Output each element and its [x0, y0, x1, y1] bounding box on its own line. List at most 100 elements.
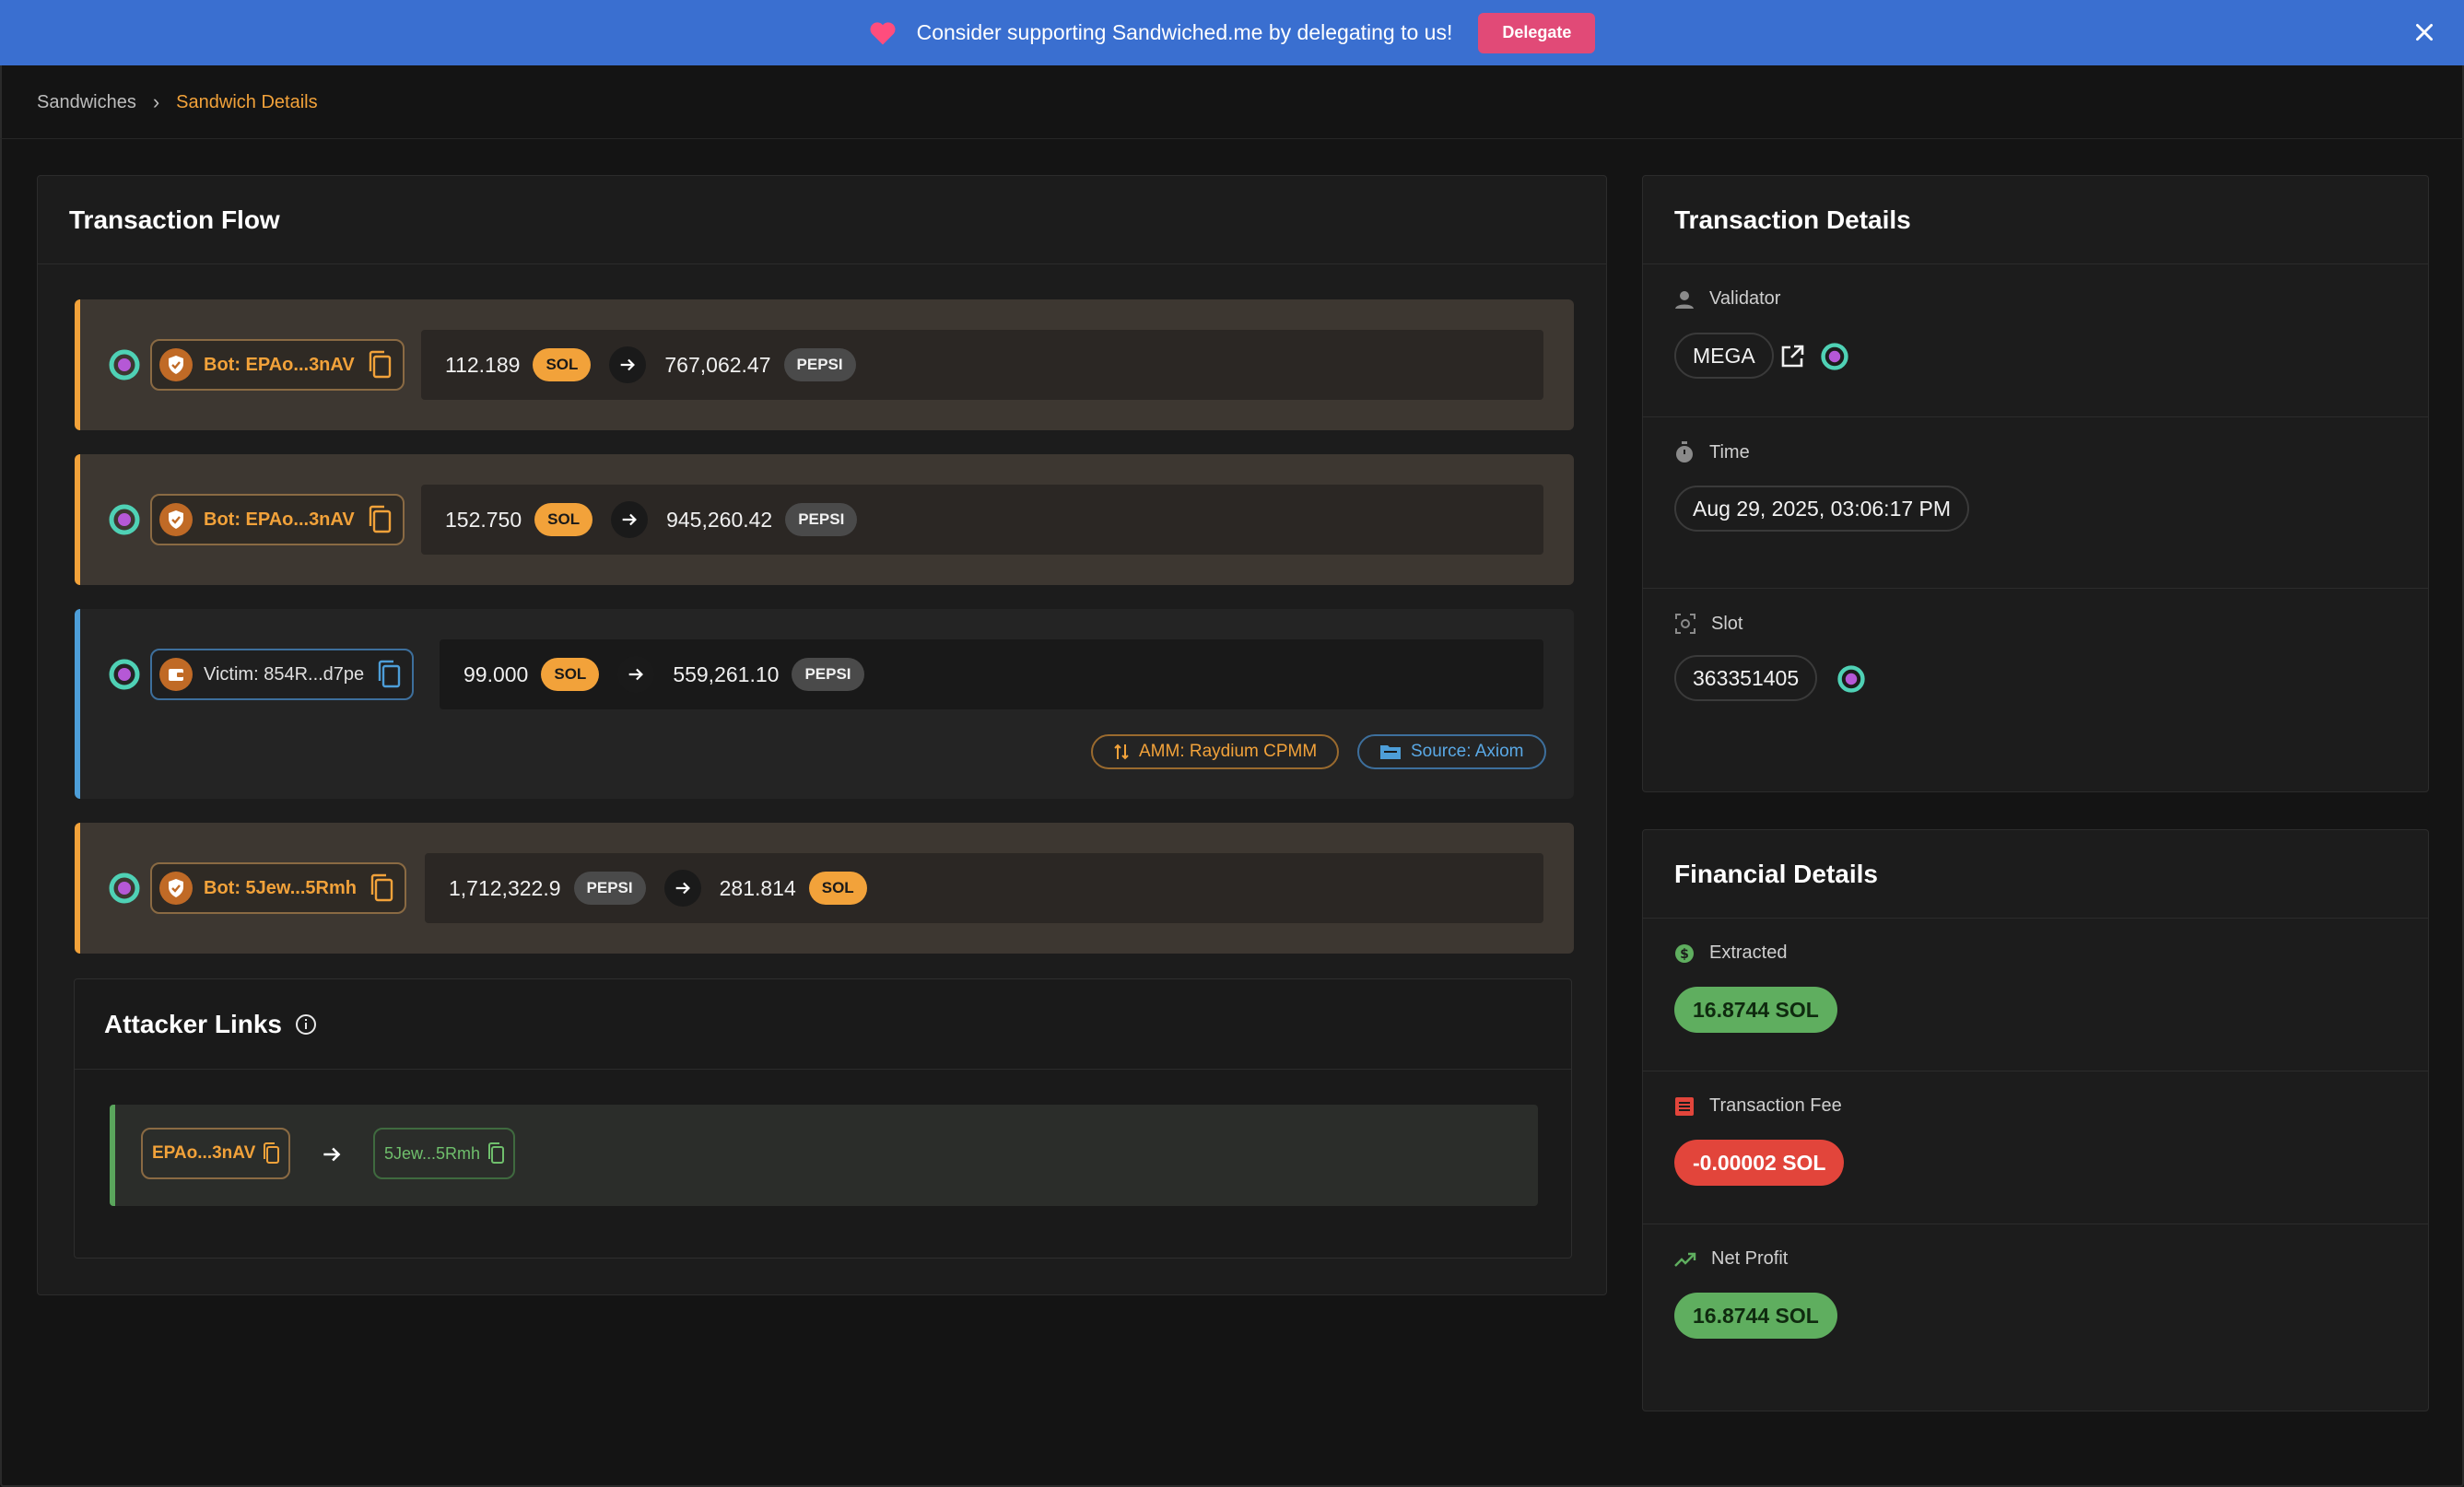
- validator-label: Validator: [1709, 288, 1781, 309]
- copy-icon[interactable]: [368, 873, 395, 903]
- attacker-links-panel: Attacker Links EPAo...3nAV 5Jew...5Rmh: [74, 978, 1572, 1259]
- bot-address-label: Bot: EPAo...3nAV: [204, 509, 355, 530]
- transaction-flow-title: Transaction Flow: [38, 176, 1606, 264]
- receipt-icon: [1675, 1096, 1694, 1116]
- token-badge: PEPSI: [792, 658, 864, 691]
- shield-icon: [159, 503, 193, 536]
- extracted-label-row: $ Extracted: [1674, 943, 1787, 964]
- copy-icon[interactable]: [486, 1142, 506, 1165]
- input-amount: 112.189: [445, 352, 521, 377]
- copy-icon[interactable]: [366, 505, 393, 534]
- breadcrumb-sandwiches[interactable]: Sandwiches: [37, 92, 136, 113]
- trending-up-icon: [1674, 1252, 1696, 1267]
- validator-label-row: Validator: [1674, 288, 1780, 310]
- output-amount: 945,260.42: [666, 507, 773, 532]
- arrow-right-icon: [617, 656, 655, 693]
- chevron-right-icon: ›: [152, 90, 160, 113]
- slot-label: Slot: [1711, 613, 1743, 634]
- swap-details: 112.189 SOL 767,062.47 PEPSI: [421, 330, 1543, 400]
- fee-value: -0.00002 SOL: [1674, 1140, 1845, 1186]
- solscan-icon[interactable]: [108, 658, 141, 691]
- dollar-icon: $: [1675, 943, 1694, 963]
- output-amount: 767,062.47: [664, 352, 771, 377]
- bot-address-chip[interactable]: Bot: EPAo...3nAV: [150, 494, 405, 545]
- token-badge: PEPSI: [573, 872, 646, 905]
- fee-section: Transaction Fee -0.00002 SOL: [1643, 1071, 2428, 1224]
- flow-row-bot: Bot: EPAo...3nAV 152.750 SOL 945,260.42 …: [75, 454, 1574, 585]
- divider: [0, 138, 2464, 139]
- output-amount: 559,261.10: [673, 662, 780, 686]
- copy-icon[interactable]: [375, 660, 403, 689]
- attacker-links-title: Attacker Links: [104, 1009, 282, 1038]
- attacker-to-address: 5Jew...5Rmh: [384, 1143, 481, 1163]
- input-amount: 99.000: [463, 662, 529, 686]
- output-amount: 281.814: [719, 875, 796, 900]
- person-icon: [1675, 290, 1694, 309]
- shield-icon: [159, 872, 193, 905]
- swap-details: 1,712,322.9 PEPSI 281.814 SOL: [425, 853, 1543, 923]
- token-badge: PEPSI: [785, 503, 858, 536]
- arrow-right-icon: [609, 346, 647, 383]
- input-amount: 1,712,322.9: [449, 875, 561, 900]
- source-tag-label: Source: Axiom: [1411, 742, 1524, 761]
- attacker-from-chip[interactable]: EPAo...3nAV: [141, 1128, 291, 1179]
- bot-address-label: Bot: 5Jew...5Rmh: [204, 877, 357, 898]
- slot-section: Slot 363351405: [1643, 589, 2428, 791]
- attacker-to-chip[interactable]: 5Jew...5Rmh: [373, 1128, 516, 1179]
- wallet-icon: [159, 658, 193, 691]
- token-badge: SOL: [534, 503, 593, 536]
- solscan-icon[interactable]: [1836, 664, 1866, 694]
- arrow-right-icon: [611, 501, 649, 538]
- token-badge: SOL: [541, 658, 600, 691]
- extracted-section: $ Extracted 16.8744 SOL: [1643, 919, 2428, 1071]
- time-value: Aug 29, 2025, 03:06:17 PM: [1674, 486, 1970, 532]
- bot-address-chip[interactable]: Bot: EPAo...3nAV: [150, 339, 405, 391]
- profit-label: Net Profit: [1711, 1248, 1789, 1269]
- swap-details: 99.000 SOL 559,261.10 PEPSI: [440, 639, 1543, 709]
- breadcrumb-sandwich-details: Sandwich Details: [176, 91, 318, 112]
- bot-address-chip[interactable]: Bot: 5Jew...5Rmh: [150, 862, 406, 914]
- solscan-icon[interactable]: [108, 348, 141, 381]
- solscan-icon[interactable]: [108, 503, 141, 536]
- financial-details-panel: Financial Details $ Extracted 16.8744 SO…: [1642, 829, 2429, 1411]
- transaction-details-panel: Transaction Details Validator MEGA Time …: [1642, 175, 2429, 792]
- heart-icon: [870, 21, 896, 44]
- external-link-icon[interactable]: [1779, 344, 1805, 369]
- info-icon[interactable]: [295, 1013, 317, 1036]
- profit-label-row: Net Profit: [1674, 1248, 1788, 1270]
- time-label: Time: [1709, 441, 1750, 462]
- input-amount: 152.750: [445, 507, 522, 532]
- delegate-button[interactable]: Delegate: [1478, 12, 1596, 53]
- source-tag: Source: Axiom: [1357, 734, 1546, 769]
- victim-address-chip[interactable]: Victim: 854R...d7pe: [150, 649, 415, 700]
- attacker-link-row: EPAo...3nAV 5Jew...5Rmh: [110, 1105, 1538, 1206]
- flow-row-victim: Victim: 854R...d7pe 99.000 SOL 559,261.1…: [75, 609, 1574, 799]
- support-banner: Consider supporting Sandwiched.me by del…: [0, 0, 2464, 65]
- fee-label: Transaction Fee: [1709, 1095, 1842, 1116]
- slot-scan-icon: [1675, 614, 1695, 634]
- swap-details: 152.750 SOL 945,260.42 PEPSI: [421, 485, 1543, 555]
- attacker-links-header: Attacker Links: [75, 979, 1571, 1070]
- profit-section: Net Profit 16.8744 SOL: [1643, 1224, 2428, 1409]
- arrow-right-icon: [323, 1147, 341, 1162]
- token-badge: SOL: [808, 872, 867, 905]
- solscan-icon[interactable]: [1820, 342, 1849, 371]
- attacker-from-address: EPAo...3nAV: [152, 1143, 256, 1163]
- swap-vertical-icon: [1114, 744, 1129, 760]
- amm-tag: AMM: Raydium CPMM: [1091, 734, 1340, 769]
- slot-value: 363351405: [1674, 655, 1818, 701]
- copy-icon[interactable]: [261, 1142, 281, 1165]
- stopwatch-icon: [1676, 441, 1693, 462]
- svg-text:$: $: [1680, 947, 1689, 962]
- validator-section: Validator MEGA: [1643, 264, 2428, 417]
- solscan-icon[interactable]: [108, 872, 141, 905]
- time-section: Time Aug 29, 2025, 03:06:17 PM: [1643, 417, 2428, 589]
- extracted-value: 16.8744 SOL: [1674, 987, 1837, 1033]
- profit-value: 16.8744 SOL: [1674, 1293, 1837, 1339]
- copy-icon[interactable]: [366, 350, 393, 380]
- breadcrumb: Sandwiches › Sandwich Details: [37, 90, 318, 114]
- close-icon[interactable]: [2412, 20, 2436, 44]
- slot-label-row: Slot: [1674, 613, 1742, 635]
- banner-message: Consider supporting Sandwiched.me by del…: [916, 20, 1453, 44]
- arrow-right-icon: [663, 870, 701, 907]
